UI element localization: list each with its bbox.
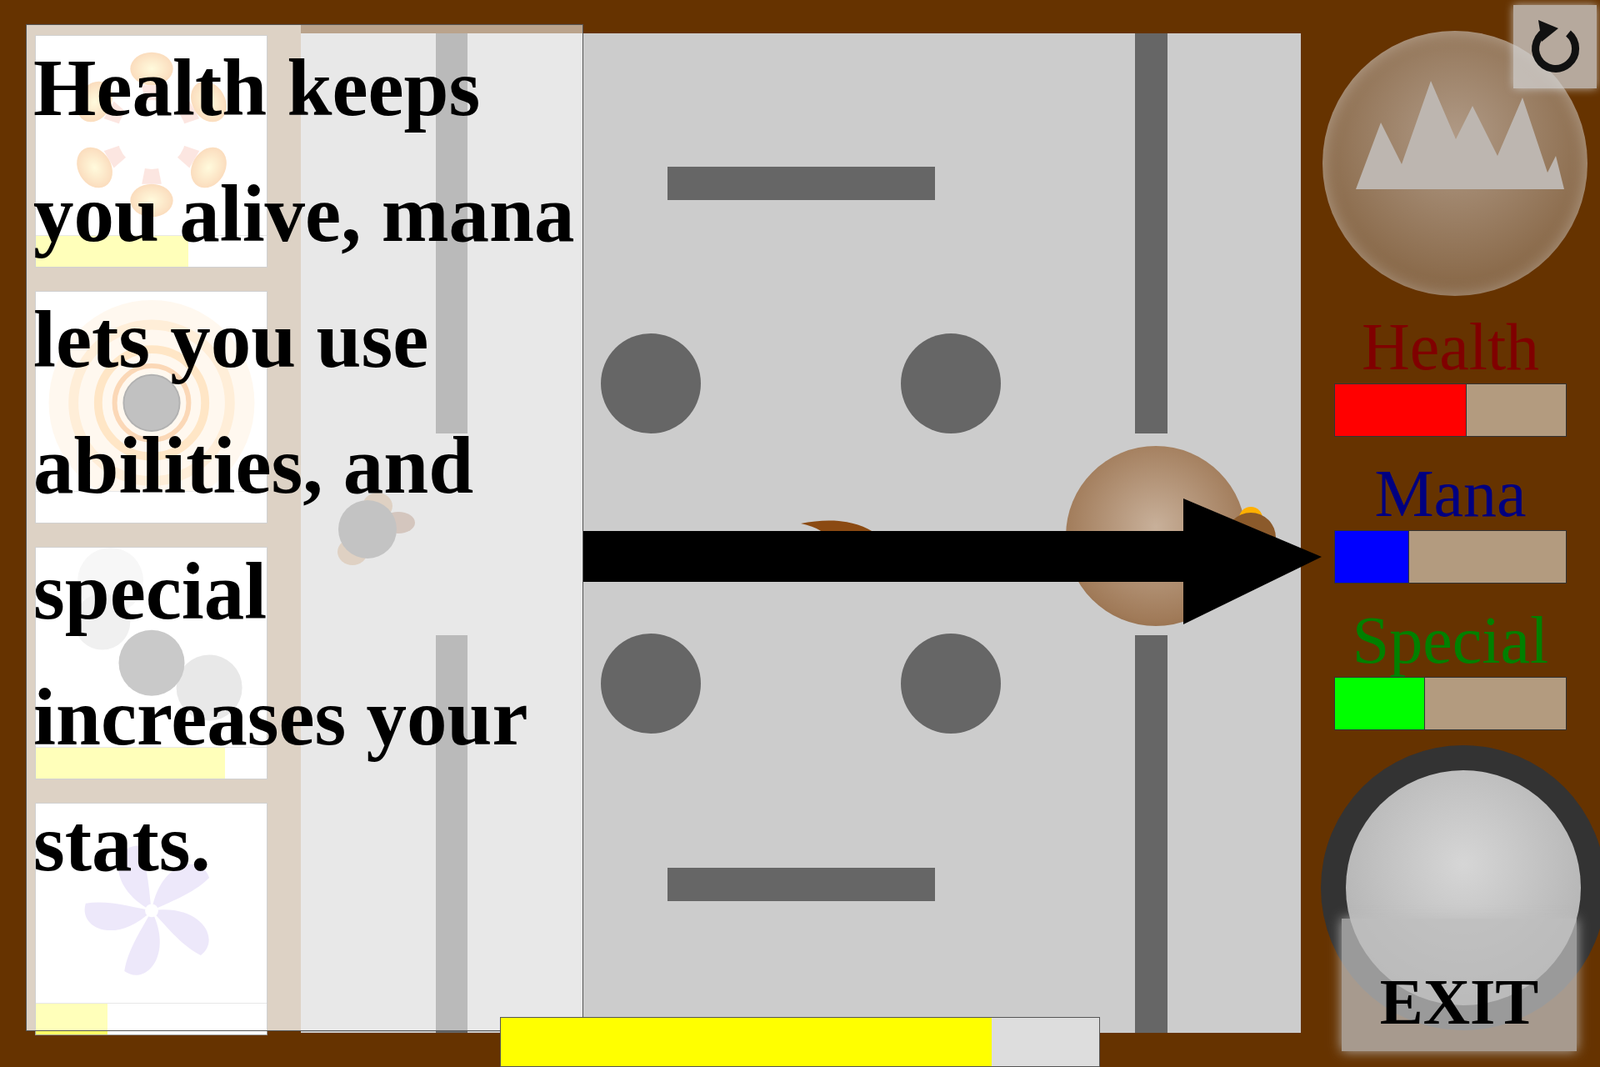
stat: Health [1334,310,1567,437]
player-icon [1217,500,1285,567]
wall [667,166,935,200]
stat-label: Health [1361,310,1540,384]
side-panel: Health Mana Special [1300,30,1600,1030]
stat-fill [1335,530,1410,583]
item-icon [800,516,893,550]
stat-bar [1334,530,1567,584]
restart-icon [1513,5,1597,89]
experience-bar [500,1016,1100,1067]
stat-fill [1335,677,1425,730]
experience-fill [500,1017,992,1066]
stat-bar [1334,383,1567,437]
wall [667,867,935,901]
player-shield [1065,445,1246,626]
pillar [900,333,1001,434]
tutorial-panel: Health keeps you alive, mana lets you us… [25,24,584,1031]
wall [1135,635,1168,1033]
stat: Special [1334,603,1567,730]
game-screen: Health Mana Special Health keeps you ali… [0,0,1600,1067]
stat: Mana [1334,456,1567,584]
stat-label: Mana [1374,456,1526,530]
pillar [600,333,701,434]
pillar [900,633,1001,734]
stat-label: Special [1352,603,1549,677]
arrow-icon [0,0,1600,1067]
pillar [600,633,701,734]
restart-button[interactable] [1513,5,1597,89]
stat-fill [1335,384,1467,436]
wall [1135,33,1168,434]
stat-bar [1334,676,1567,730]
stats-list: Health Mana Special [1334,310,1567,730]
exit-button[interactable]: EXIT [1341,918,1577,1051]
tutorial-text: Health keeps you alive, mana lets you us… [33,25,576,906]
